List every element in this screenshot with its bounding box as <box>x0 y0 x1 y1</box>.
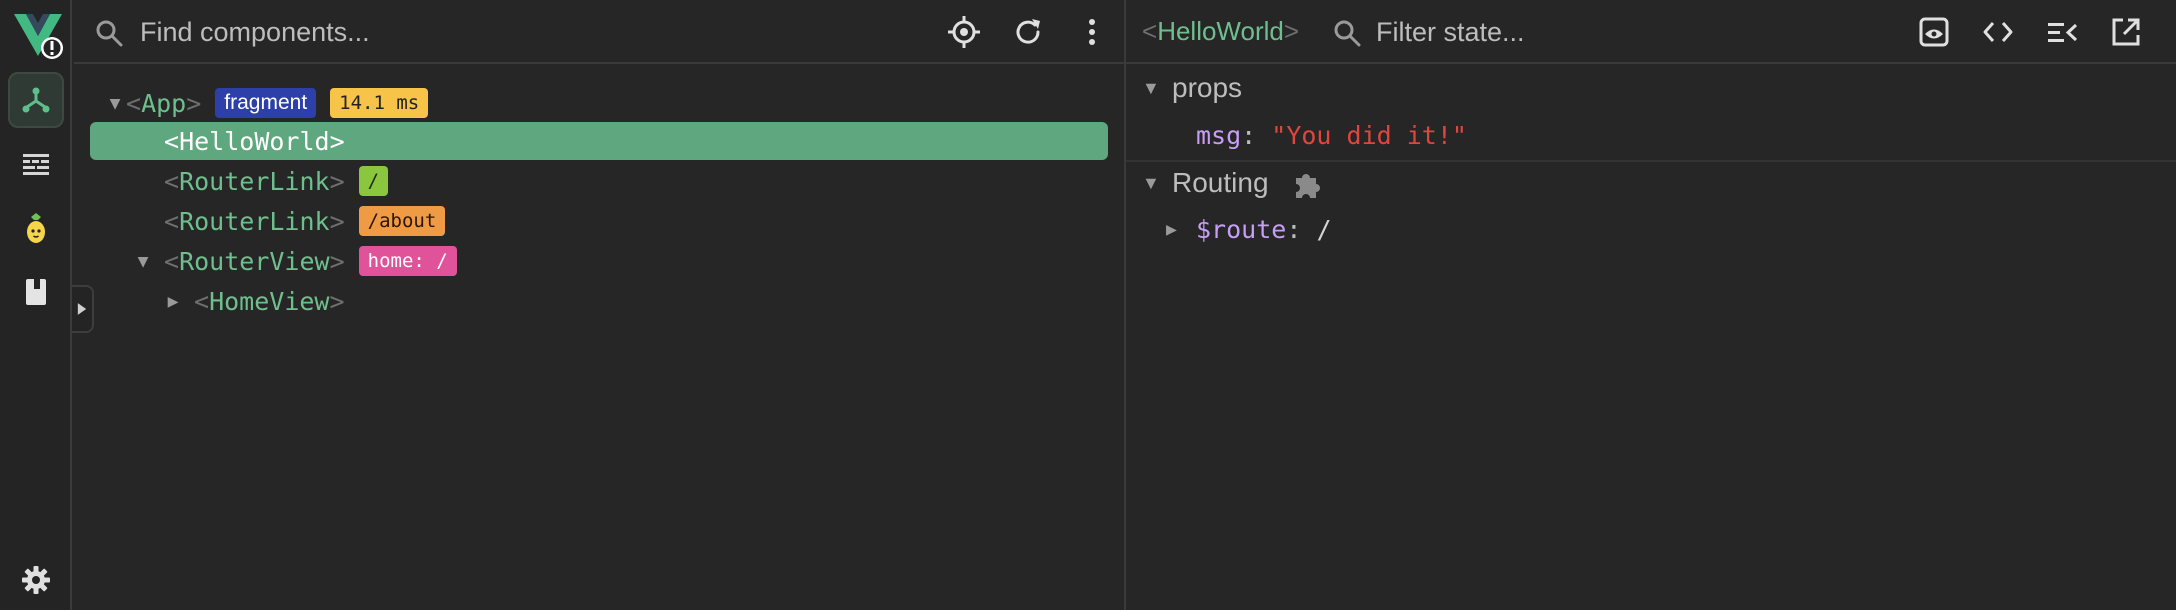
code-icon <box>1983 22 2013 42</box>
pinia-tab-button[interactable] <box>8 200 64 256</box>
search-icon <box>96 20 123 47</box>
fragment-badge: fragment <box>215 88 317 118</box>
list-collapse-icon <box>2048 23 2078 42</box>
component-name: App <box>141 88 187 118</box>
tree-node-routerlink[interactable]: < RouterLink > /about <box>164 202 446 240</box>
routing-section-header[interactable]: ▼ Routing <box>1126 163 2176 203</box>
caret-right-icon[interactable]: ▶ <box>1166 219 1196 240</box>
more-vertical-icon <box>1089 19 1095 45</box>
open-in-editor-button[interactable] <box>2106 12 2146 52</box>
section-divider <box>1126 160 2176 162</box>
caret-down-icon[interactable]: ▼ <box>104 93 126 114</box>
render-time-badge: 14.1 ms <box>330 88 429 118</box>
activity-bar <box>0 0 72 610</box>
search-icon <box>1334 20 1361 47</box>
tree-node-app[interactable]: ▼ < App > fragment 14.1 ms <box>104 84 429 122</box>
plugin-puzzle-icon <box>1296 174 1320 198</box>
caret-down-icon[interactable]: ▼ <box>132 251 154 272</box>
components-panel: ▼ <App> fragment 14.1 ms <HelloWorld> <R… <box>74 0 1124 610</box>
component-name: RouterLink <box>179 206 330 236</box>
timeline-tab-button[interactable] <box>8 136 64 192</box>
crosshair-icon <box>948 16 980 48</box>
state-panel: <HelloWorld> Filter state... ▼ props msg… <box>1126 0 2176 610</box>
component-name: RouterLink <box>179 166 330 196</box>
tree-node-routerview[interactable]: ▼ < RouterView > home: / <box>132 242 457 280</box>
more-options-button[interactable] <box>1072 12 1112 52</box>
components-tab-button[interactable] <box>8 72 64 128</box>
route-badge: / <box>358 166 389 196</box>
timeline-icon <box>23 154 49 175</box>
inspect-dom-button[interactable] <box>1978 12 2018 52</box>
select-component-button[interactable] <box>944 12 984 52</box>
pinia-icon <box>27 213 45 243</box>
tree-node-routerlink[interactable]: < RouterLink > / <box>164 162 389 200</box>
tree-node-homeview[interactable]: ▶ < HomeView > <box>162 282 345 320</box>
route-badge: /about <box>358 206 446 236</box>
vue-logo-icon <box>12 10 64 62</box>
component-name: HomeView <box>209 286 330 316</box>
props-section-header[interactable]: ▼ props <box>1126 68 2176 108</box>
component-name: HelloWorld <box>179 126 330 156</box>
settings-button[interactable] <box>8 552 64 608</box>
book-icon <box>26 279 46 305</box>
find-components-input[interactable] <box>140 12 700 52</box>
component-tree-icon <box>22 87 50 113</box>
scroll-to-component-button[interactable] <box>1914 12 1954 52</box>
refresh-icon <box>1016 19 1040 44</box>
refresh-button[interactable] <box>1008 12 1048 52</box>
tree-node-helloworld[interactable]: < HelloWorld > <box>90 122 1108 160</box>
selected-component-name: <HelloWorld> <box>1142 16 1300 46</box>
caret-right-icon[interactable]: ▶ <box>162 291 184 312</box>
toggle-render-code-button[interactable] <box>2042 12 2082 52</box>
state-row-route[interactable]: ▶ $route: / <box>1166 210 1332 248</box>
component-name: RouterView <box>179 246 330 276</box>
state-row-msg[interactable]: msg: "You did it!" <box>1196 116 1467 154</box>
route-name-badge: home: / <box>358 246 457 276</box>
external-link-icon <box>2112 18 2140 46</box>
eye-icon <box>1919 17 1949 47</box>
caret-down-icon[interactable]: ▼ <box>1142 173 1160 194</box>
gear-icon <box>22 566 50 594</box>
state-toolbar: <HelloWorld> <box>1126 0 2176 64</box>
caret-down-icon[interactable]: ▼ <box>1142 78 1160 99</box>
filter-state-input[interactable] <box>1376 12 1896 52</box>
components-toolbar <box>74 0 1124 64</box>
routes-tab-button[interactable] <box>8 264 64 320</box>
